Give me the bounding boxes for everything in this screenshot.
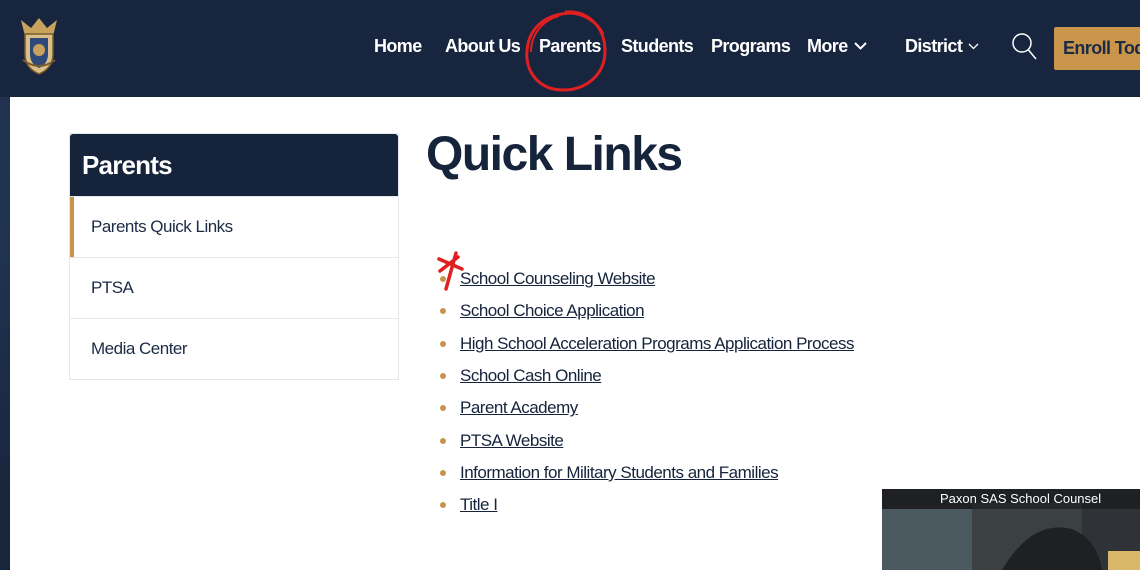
enroll-today-button[interactable]: Enroll Toda [1054, 27, 1140, 70]
bullet-icon [440, 405, 446, 412]
sidebar-nav: Parents Parents Quick Links PTSA Media C… [69, 133, 399, 380]
nav-district[interactable]: District [905, 36, 979, 57]
nav-programs[interactable]: Programs [711, 36, 791, 57]
list-item: Parent Academy [440, 392, 854, 424]
nav-district-label: District [905, 36, 963, 56]
link-ptsa-website[interactable]: PTSA Website [460, 431, 564, 451]
nav-home[interactable]: Home [374, 36, 422, 57]
video-title: Paxon SAS School Counsel [940, 491, 1102, 506]
link-acceleration-programs[interactable]: High School Acceleration Programs Applic… [460, 334, 855, 354]
sidebar-title: Parents [70, 134, 398, 196]
nav-more-label: More [807, 36, 848, 56]
main-nav: Home About Us Parents Students Programs … [0, 0, 1140, 97]
link-parent-academy[interactable]: Parent Academy [460, 398, 578, 418]
bullet-icon [440, 469, 446, 476]
quick-links-list: School Counseling Website School Choice … [440, 263, 855, 521]
bullet-icon [440, 373, 446, 380]
chevron-down-icon [968, 43, 979, 50]
link-military-students[interactable]: Information for Military Students and Fa… [460, 463, 779, 483]
bullet-icon [440, 308, 446, 315]
bullet-icon [440, 437, 446, 444]
bullet-icon [440, 502, 446, 509]
chevron-down-icon [853, 42, 867, 50]
bullet-icon [440, 340, 446, 347]
list-item: High School Acceleration Programs Applic… [440, 328, 855, 360]
link-school-cash-online[interactable]: School Cash Online [460, 366, 602, 386]
list-item: PTSA Website [440, 424, 854, 456]
list-item: School Counseling Website [440, 263, 854, 295]
video-thumbnail[interactable]: Paxon SAS School Counsel [882, 489, 1140, 570]
list-item: Title I [440, 489, 854, 521]
search-icon[interactable] [1010, 30, 1038, 62]
bullet-icon [440, 276, 446, 283]
sidebar-item-parents-quick-links[interactable]: Parents Quick Links [70, 196, 398, 257]
sidebar-item-media-center[interactable]: Media Center [70, 318, 398, 379]
nav-students[interactable]: Students [621, 36, 694, 57]
list-item: Information for Military Students and Fa… [440, 457, 854, 489]
sidebar-item-ptsa[interactable]: PTSA [70, 257, 398, 318]
link-school-choice-application[interactable]: School Choice Application [460, 301, 645, 321]
list-item: School Choice Application [440, 295, 854, 327]
page-title: Quick Links [426, 128, 683, 181]
list-item: School Cash Online [440, 360, 854, 392]
link-title-i[interactable]: Title I [460, 495, 498, 515]
nav-parents[interactable]: Parents [539, 36, 601, 57]
nav-about-us[interactable]: About Us [445, 36, 521, 57]
main-content: Parents Parents Quick Links PTSA Media C… [10, 97, 1140, 570]
link-school-counseling-website[interactable]: School Counseling Website [460, 269, 656, 289]
nav-more[interactable]: More [807, 36, 867, 57]
site-header: Home About Us Parents Students Programs … [0, 0, 1140, 97]
